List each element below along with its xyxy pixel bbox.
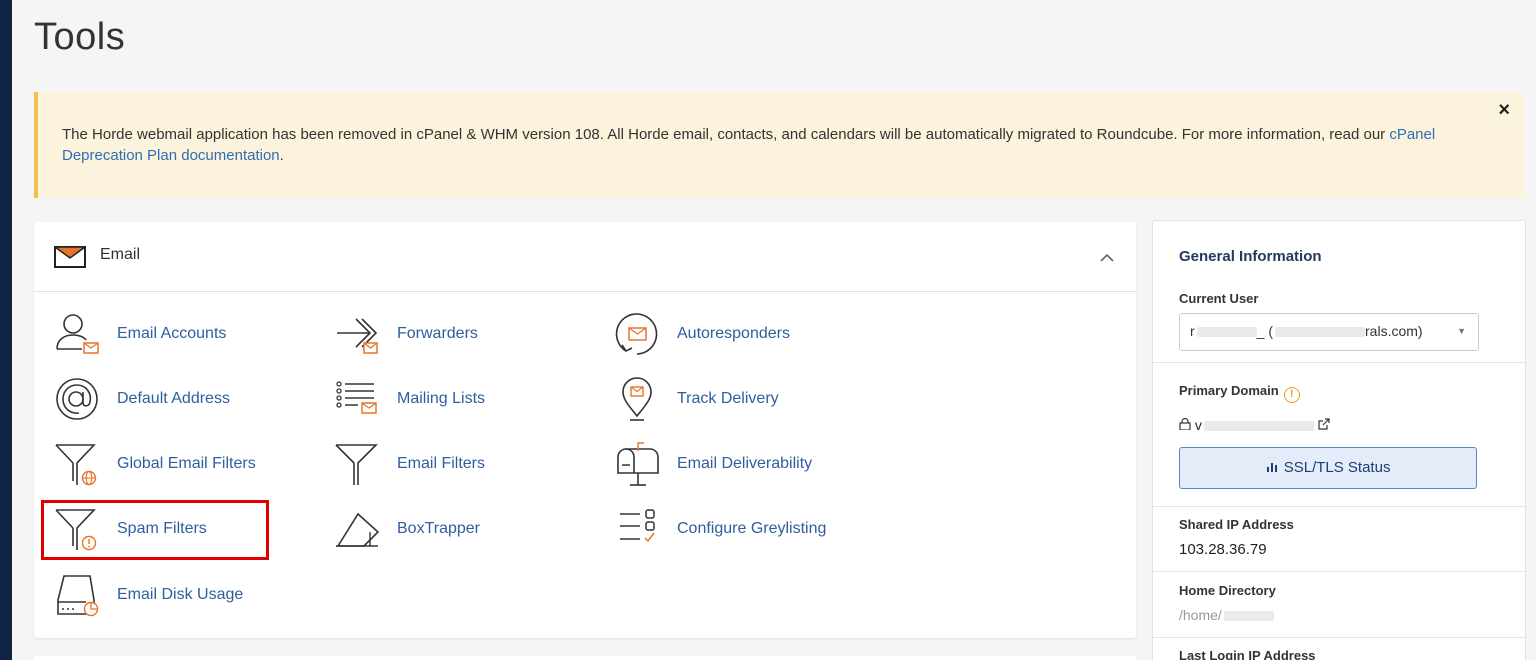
last-login-ip-label: Last Login IP Address (1179, 648, 1316, 660)
tool-label: Email Accounts (117, 325, 227, 342)
external-link-icon[interactable] (1318, 417, 1330, 433)
email-panel-header[interactable]: Email (34, 222, 1136, 292)
home-directory-value: /home/ (1179, 607, 1222, 623)
notice-text-end: . (279, 147, 284, 164)
mailbox-icon (614, 441, 660, 487)
general-information-panel: General Information Current User r _ ( ral… (1152, 220, 1526, 660)
ssl-tls-status-label: SSL/TLS Status (1283, 459, 1391, 476)
email-filters-tool[interactable]: Email Filters (334, 441, 485, 487)
next-panel-edge (34, 656, 1136, 660)
email-panel: Email Email Accounts Forwarders Autoresp… (34, 222, 1136, 638)
forwarders-tool[interactable]: Forwarders (334, 311, 478, 357)
home-directory-label: Home Directory (1179, 583, 1276, 598)
default-address-tool[interactable]: Default Address (54, 376, 230, 422)
tool-label: Mailing Lists (397, 390, 486, 407)
mailing-list-icon (334, 376, 380, 422)
user-envelope-icon (54, 311, 100, 357)
track-delivery-tool[interactable]: Track Delivery (614, 376, 779, 422)
chevron-up-icon[interactable] (1100, 250, 1114, 268)
tool-label: Default Address (117, 390, 230, 407)
autoresponder-icon (614, 311, 660, 357)
close-icon[interactable]: × (1498, 100, 1510, 121)
spam-filters-highlight-box (41, 500, 269, 560)
primary-domain-label: Primary Domain! (1179, 383, 1300, 403)
tool-label: Email Filters (397, 455, 486, 472)
tool-label: Autoresponders (677, 325, 790, 342)
current-user-value-end: rals.com) (1365, 323, 1423, 339)
primary-domain-row: v (1179, 417, 1330, 433)
forward-arrow-icon (334, 311, 380, 357)
notice-text: The Horde webmail application has been r… (62, 126, 1390, 143)
configure-greylisting-tool[interactable]: Configure Greylisting (614, 506, 826, 552)
shared-ip-label: Shared IP Address (1179, 517, 1294, 532)
page-title: Tools (34, 16, 126, 58)
chevron-down-icon: ▼ (1457, 326, 1466, 336)
tool-label: Track Delivery (677, 390, 779, 407)
current-user-label: Current User (1179, 291, 1259, 306)
tool-label: BoxTrapper (397, 520, 480, 537)
autoresponders-tool[interactable]: Autoresponders (614, 311, 790, 357)
disk-usage-icon (54, 572, 100, 618)
email-accounts-tool[interactable]: Email Accounts (54, 311, 226, 357)
bar-chart-icon (1266, 459, 1284, 476)
current-user-value-mid: _ ( (1256, 323, 1274, 339)
location-pin-envelope-icon (614, 376, 660, 422)
page: Tools The Horde webmail application has … (12, 0, 1536, 660)
email-deliverability-tool[interactable]: Email Deliverability (614, 441, 812, 487)
divider (1153, 571, 1525, 572)
funnel-globe-icon (54, 441, 100, 487)
current-user-value-start: r (1190, 323, 1195, 339)
lock-icon (1179, 417, 1195, 433)
ssl-tls-status-button[interactable]: SSL/TLS Status (1179, 447, 1477, 489)
primary-domain-value[interactable]: v (1195, 417, 1202, 433)
divider (1153, 362, 1525, 363)
primary-domain-label-text: Primary Domain (1179, 383, 1279, 398)
divider (1153, 637, 1525, 638)
at-sign-icon (54, 376, 100, 422)
tool-label: Global Email Filters (117, 455, 256, 472)
divider (1153, 506, 1525, 507)
home-directory-row: /home/ (1179, 607, 1274, 623)
boxtrapper-tool[interactable]: BoxTrapper (334, 506, 480, 552)
warning-icon[interactable]: ! (1283, 387, 1300, 403)
horde-removal-notice: The Horde webmail application has been r… (34, 92, 1524, 198)
funnel-icon (334, 441, 380, 487)
box-trap-icon (334, 506, 380, 552)
email-disk-usage-tool[interactable]: Email Disk Usage (54, 572, 243, 618)
checklist-icon (614, 506, 660, 552)
envelope-icon (52, 246, 88, 273)
tool-label: Email Deliverability (677, 455, 813, 472)
mailing-lists-tool[interactable]: Mailing Lists (334, 376, 485, 422)
general-information-title: General Information (1179, 248, 1322, 265)
global-email-filters-tool[interactable]: Global Email Filters (54, 441, 256, 487)
email-panel-title: Email (100, 246, 141, 263)
current-user-select[interactable]: r _ ( rals.com) ▼ (1179, 313, 1479, 351)
shared-ip-value: 103.28.36.79 (1179, 541, 1267, 558)
tool-label: Forwarders (397, 325, 478, 342)
tool-label: Email Disk Usage (117, 586, 244, 603)
tool-label: Configure Greylisting (677, 520, 827, 537)
